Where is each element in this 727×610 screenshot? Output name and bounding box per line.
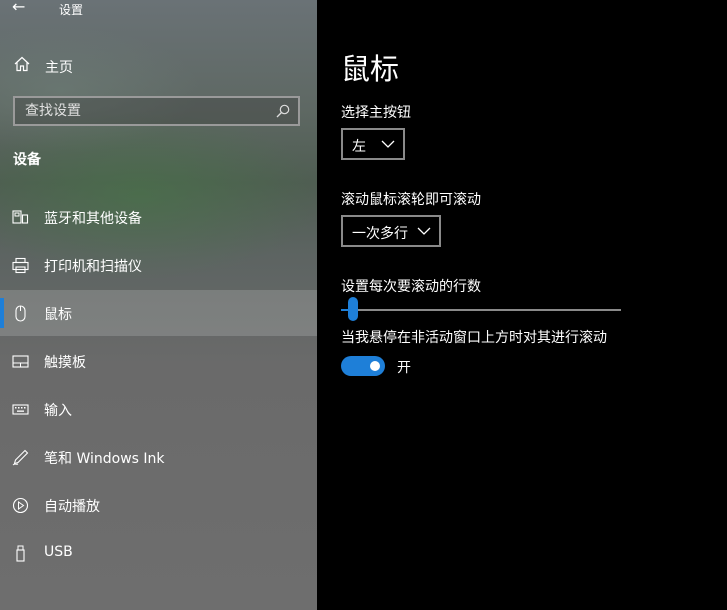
scroll-lines-slider[interactable] — [341, 297, 621, 323]
toggle-knob — [370, 361, 380, 371]
touchpad-icon — [12, 355, 29, 368]
scroll-lines-label: 设置每次要滚动的行数 — [341, 279, 481, 295]
main-content: 鼠标 选择主按钮 左 滚动鼠标滚轮即可滚动 一次多行 设置每次要滚动的行数 当我… — [317, 0, 727, 610]
chevron-down-icon — [417, 227, 431, 235]
window-title: 设置 — [59, 3, 84, 17]
bluetooth-devices-icon — [12, 210, 29, 224]
usb-icon — [16, 545, 25, 562]
dropdown-value: 左 — [352, 139, 366, 155]
dropdown-value: 一次多行 — [352, 226, 408, 242]
sidebar-item-autoplay[interactable]: 自动播放 — [0, 482, 317, 528]
sidebar-item-label: 打印机和扫描仪 — [44, 259, 142, 275]
printer-icon — [12, 257, 29, 274]
page-title: 鼠标 — [341, 52, 400, 86]
sidebar-item-usb[interactable]: USB — [0, 530, 317, 576]
sidebar-item-typing[interactable]: 输入 — [0, 386, 317, 432]
sidebar-item-label: USB — [44, 544, 73, 560]
sidebar-item-home[interactable]: 主页 — [0, 49, 317, 81]
sidebar-item-pen[interactable]: 笔和 Windows Ink — [0, 434, 317, 480]
home-icon — [14, 56, 30, 72]
search-box[interactable] — [13, 96, 300, 126]
sidebar-item-label: 输入 — [44, 403, 72, 419]
scroll-mode-dropdown[interactable]: 一次多行 — [341, 215, 441, 247]
title-bar: ← 设置 — [0, 0, 317, 20]
pen-icon — [12, 449, 29, 466]
slider-thumb[interactable] — [347, 297, 358, 321]
primary-button-label: 选择主按钮 — [341, 105, 411, 121]
sidebar-item-label: 蓝牙和其他设备 — [44, 211, 142, 227]
mouse-icon — [15, 305, 26, 322]
section-title: 设备 — [13, 152, 41, 168]
sidebar: ← 设置 主页 设备 蓝牙和其他设备 打印机和扫描仪 — [0, 0, 317, 610]
keyboard-icon — [12, 404, 29, 415]
sidebar-item-label: 触摸板 — [44, 355, 86, 371]
inactive-scroll-toggle[interactable] — [341, 356, 385, 376]
autoplay-icon — [12, 497, 29, 514]
sidebar-item-label: 鼠标 — [44, 307, 72, 323]
sidebar-item-label: 主页 — [45, 60, 73, 76]
sidebar-item-label: 自动播放 — [44, 499, 100, 515]
sidebar-item-touchpad[interactable]: 触摸板 — [0, 338, 317, 384]
chevron-down-icon — [381, 140, 395, 148]
sidebar-item-label: 笔和 Windows Ink — [44, 451, 165, 467]
primary-button-dropdown[interactable]: 左 — [341, 128, 405, 160]
sidebar-item-printers[interactable]: 打印机和扫描仪 — [0, 242, 317, 288]
slider-track — [341, 309, 621, 311]
search-icon[interactable] — [276, 104, 290, 118]
sidebar-item-bluetooth[interactable]: 蓝牙和其他设备 — [0, 194, 317, 240]
search-input[interactable] — [25, 102, 265, 120]
toggle-state-label: 开 — [397, 360, 411, 376]
scroll-mode-label: 滚动鼠标滚轮即可滚动 — [341, 192, 481, 208]
sidebar-item-mouse[interactable]: 鼠标 — [0, 290, 317, 336]
inactive-scroll-label: 当我悬停在非活动窗口上方时对其进行滚动 — [341, 330, 607, 346]
back-arrow-icon[interactable]: ← — [12, 0, 32, 17]
